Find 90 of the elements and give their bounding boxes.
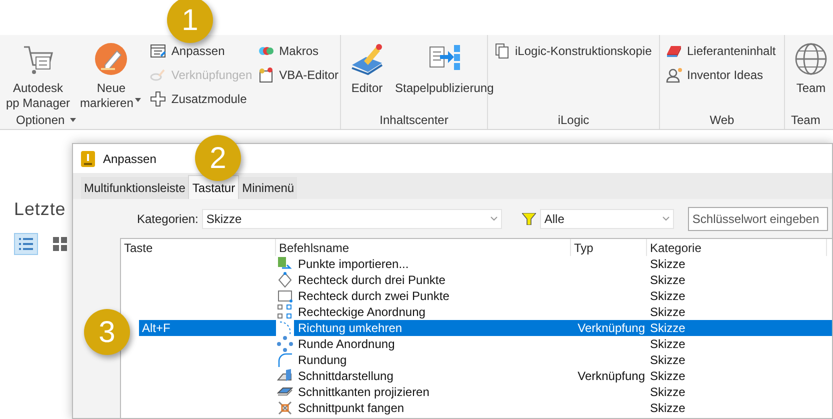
filter-icon [522, 213, 536, 225]
table-cell-text: Schnittpunkt fangen [298, 400, 404, 417]
marker-icon [93, 41, 130, 77]
table-cell-text: Skizze [650, 352, 686, 369]
caret-icon [68, 116, 77, 124]
table-row[interactable]: Rechteckige Anordnung Skizze [139, 304, 832, 320]
table-row[interactable]: Runde Anordnung Skizze [139, 336, 832, 352]
table-cell-text: Punkte importieren... [298, 256, 409, 273]
list-icon [18, 236, 34, 252]
table-cell-text: Verknüpfung [578, 320, 645, 337]
ribbon-button[interactable]: Autodesk pp Manager [4, 41, 72, 111]
table-cell-text: Skizze [650, 256, 686, 273]
circular-pattern-icon [277, 336, 293, 352]
ribbon-button[interactable]: Anpassen [150, 42, 252, 60]
ribbon-button[interactable]: Inventor Ideas [666, 66, 776, 84]
table-cell-text: Skizze [650, 336, 686, 353]
table-cell-text: Skizze [650, 304, 686, 321]
person-icon [666, 67, 682, 83]
caret-icon [134, 96, 142, 104]
column-header[interactable]: Kategorie [647, 239, 827, 256]
window-title: Anpassen [103, 150, 156, 168]
rectangular-pattern-icon [277, 304, 293, 320]
ribbon-button[interactable]: Stapelpublizierung [393, 41, 496, 96]
grid-icon [52, 236, 68, 252]
table-cell-text: Schnittdarstellung [298, 368, 394, 385]
table-cell-text: Rundung [298, 352, 347, 369]
tab[interactable]: Multifunktionsleiste [81, 177, 188, 199]
copy-icon [494, 43, 510, 59]
ribbon-button[interactable]: Editor [347, 41, 387, 96]
chevron-down-icon [490, 216, 498, 222]
table-row[interactable]: Rechteck durch drei Punkte Skizze [139, 272, 832, 288]
group-label: iLogic [558, 112, 590, 129]
table-row[interactable]: Rundung Skizze [139, 352, 832, 368]
table-cell-text: Richtung umkehren [298, 320, 402, 337]
table-cell-text: Rechteck durch drei Punkte [298, 272, 446, 289]
table-row[interactable]: Alt+F Richtung umkehren Verknüpfung Skizze [139, 320, 832, 336]
document-icon [258, 67, 274, 83]
tab[interactable]: Tastatur [188, 175, 240, 199]
group-label: Web [710, 112, 734, 129]
table-row[interactable]: Punkte importieren... Skizze [139, 256, 832, 272]
diamond-icon [277, 272, 293, 288]
globe-icon [793, 41, 829, 77]
group-label: Inhaltscenter [380, 112, 448, 129]
ribbon-button[interactable]: VBA-Editor [258, 66, 339, 84]
view-button[interactable] [14, 233, 38, 255]
table-cell-text: Runde Anordnung [298, 336, 395, 353]
table-cell-text: Rechteck durch zwei Punkte [298, 288, 450, 305]
table-row[interactable]: Schnittkanten projizieren Skizze [139, 384, 832, 400]
table-cell-text: Alt+F [142, 320, 170, 337]
table-cell-text: Skizze [650, 288, 686, 305]
ribbon-button[interactable]: Neue markieren [78, 41, 144, 111]
arc-icon [277, 320, 293, 336]
plus-icon [150, 91, 166, 107]
table-cell-text: Skizze [650, 384, 686, 401]
rectangle-icon [277, 288, 293, 304]
fillet-icon [277, 352, 293, 368]
filter-dropdown[interactable]: Alle [540, 209, 674, 229]
ribbon-button[interactable]: Makros [258, 42, 339, 60]
section-heading: Letzte [14, 198, 67, 221]
section-icon [277, 368, 293, 384]
column-header[interactable]: Taste [121, 239, 276, 256]
category-dropdown[interactable]: Skizze [202, 209, 502, 229]
group-label[interactable]: Optionen [16, 111, 77, 129]
import-points-icon [277, 256, 293, 272]
books-icon [666, 43, 682, 59]
table-cell-text: Rechteckige Anordnung [298, 304, 426, 321]
form-icon [150, 43, 166, 59]
search-field[interactable]: Schlüsselwort eingeben [688, 207, 828, 231]
tab[interactable]: Minimenü [239, 177, 298, 199]
chevron-down-icon [662, 216, 670, 222]
table-row[interactable]: Rechteck durch zwei Punkte Skizze [139, 288, 832, 304]
intersection-icon [277, 400, 293, 416]
table-cell-text: Skizze [650, 320, 686, 337]
table-row[interactable]: Schnittpunkt fangen Skizze [139, 400, 832, 416]
field-label: Kategorien: [137, 211, 198, 228]
table-cell-text: Skizze [650, 272, 686, 289]
table-row[interactable]: Schnittdarstellung Verknüpfung Skizze [139, 368, 832, 384]
book-pencil-icon [349, 41, 385, 77]
ribbon-button[interactable]: Lieferanteninhalt [666, 42, 776, 60]
table-cell-text: Schnittkanten projizieren [298, 384, 430, 401]
ribbon-button[interactable]: iLogic-Konstruktionskopie [494, 42, 652, 60]
callout-badge: 1 [167, 0, 213, 43]
table-cell-text: Verknüpfung [578, 368, 645, 385]
ribbon-button[interactable]: Team [791, 41, 831, 96]
table-cell-text: Skizze [650, 400, 686, 417]
table-cell-text: Skizze [650, 368, 686, 385]
column-header[interactable]: Typ [571, 239, 647, 256]
ribbon-button[interactable]: Zusatzmodule [150, 90, 252, 108]
group-label: Team [791, 112, 820, 129]
app-logo-icon [81, 150, 95, 166]
